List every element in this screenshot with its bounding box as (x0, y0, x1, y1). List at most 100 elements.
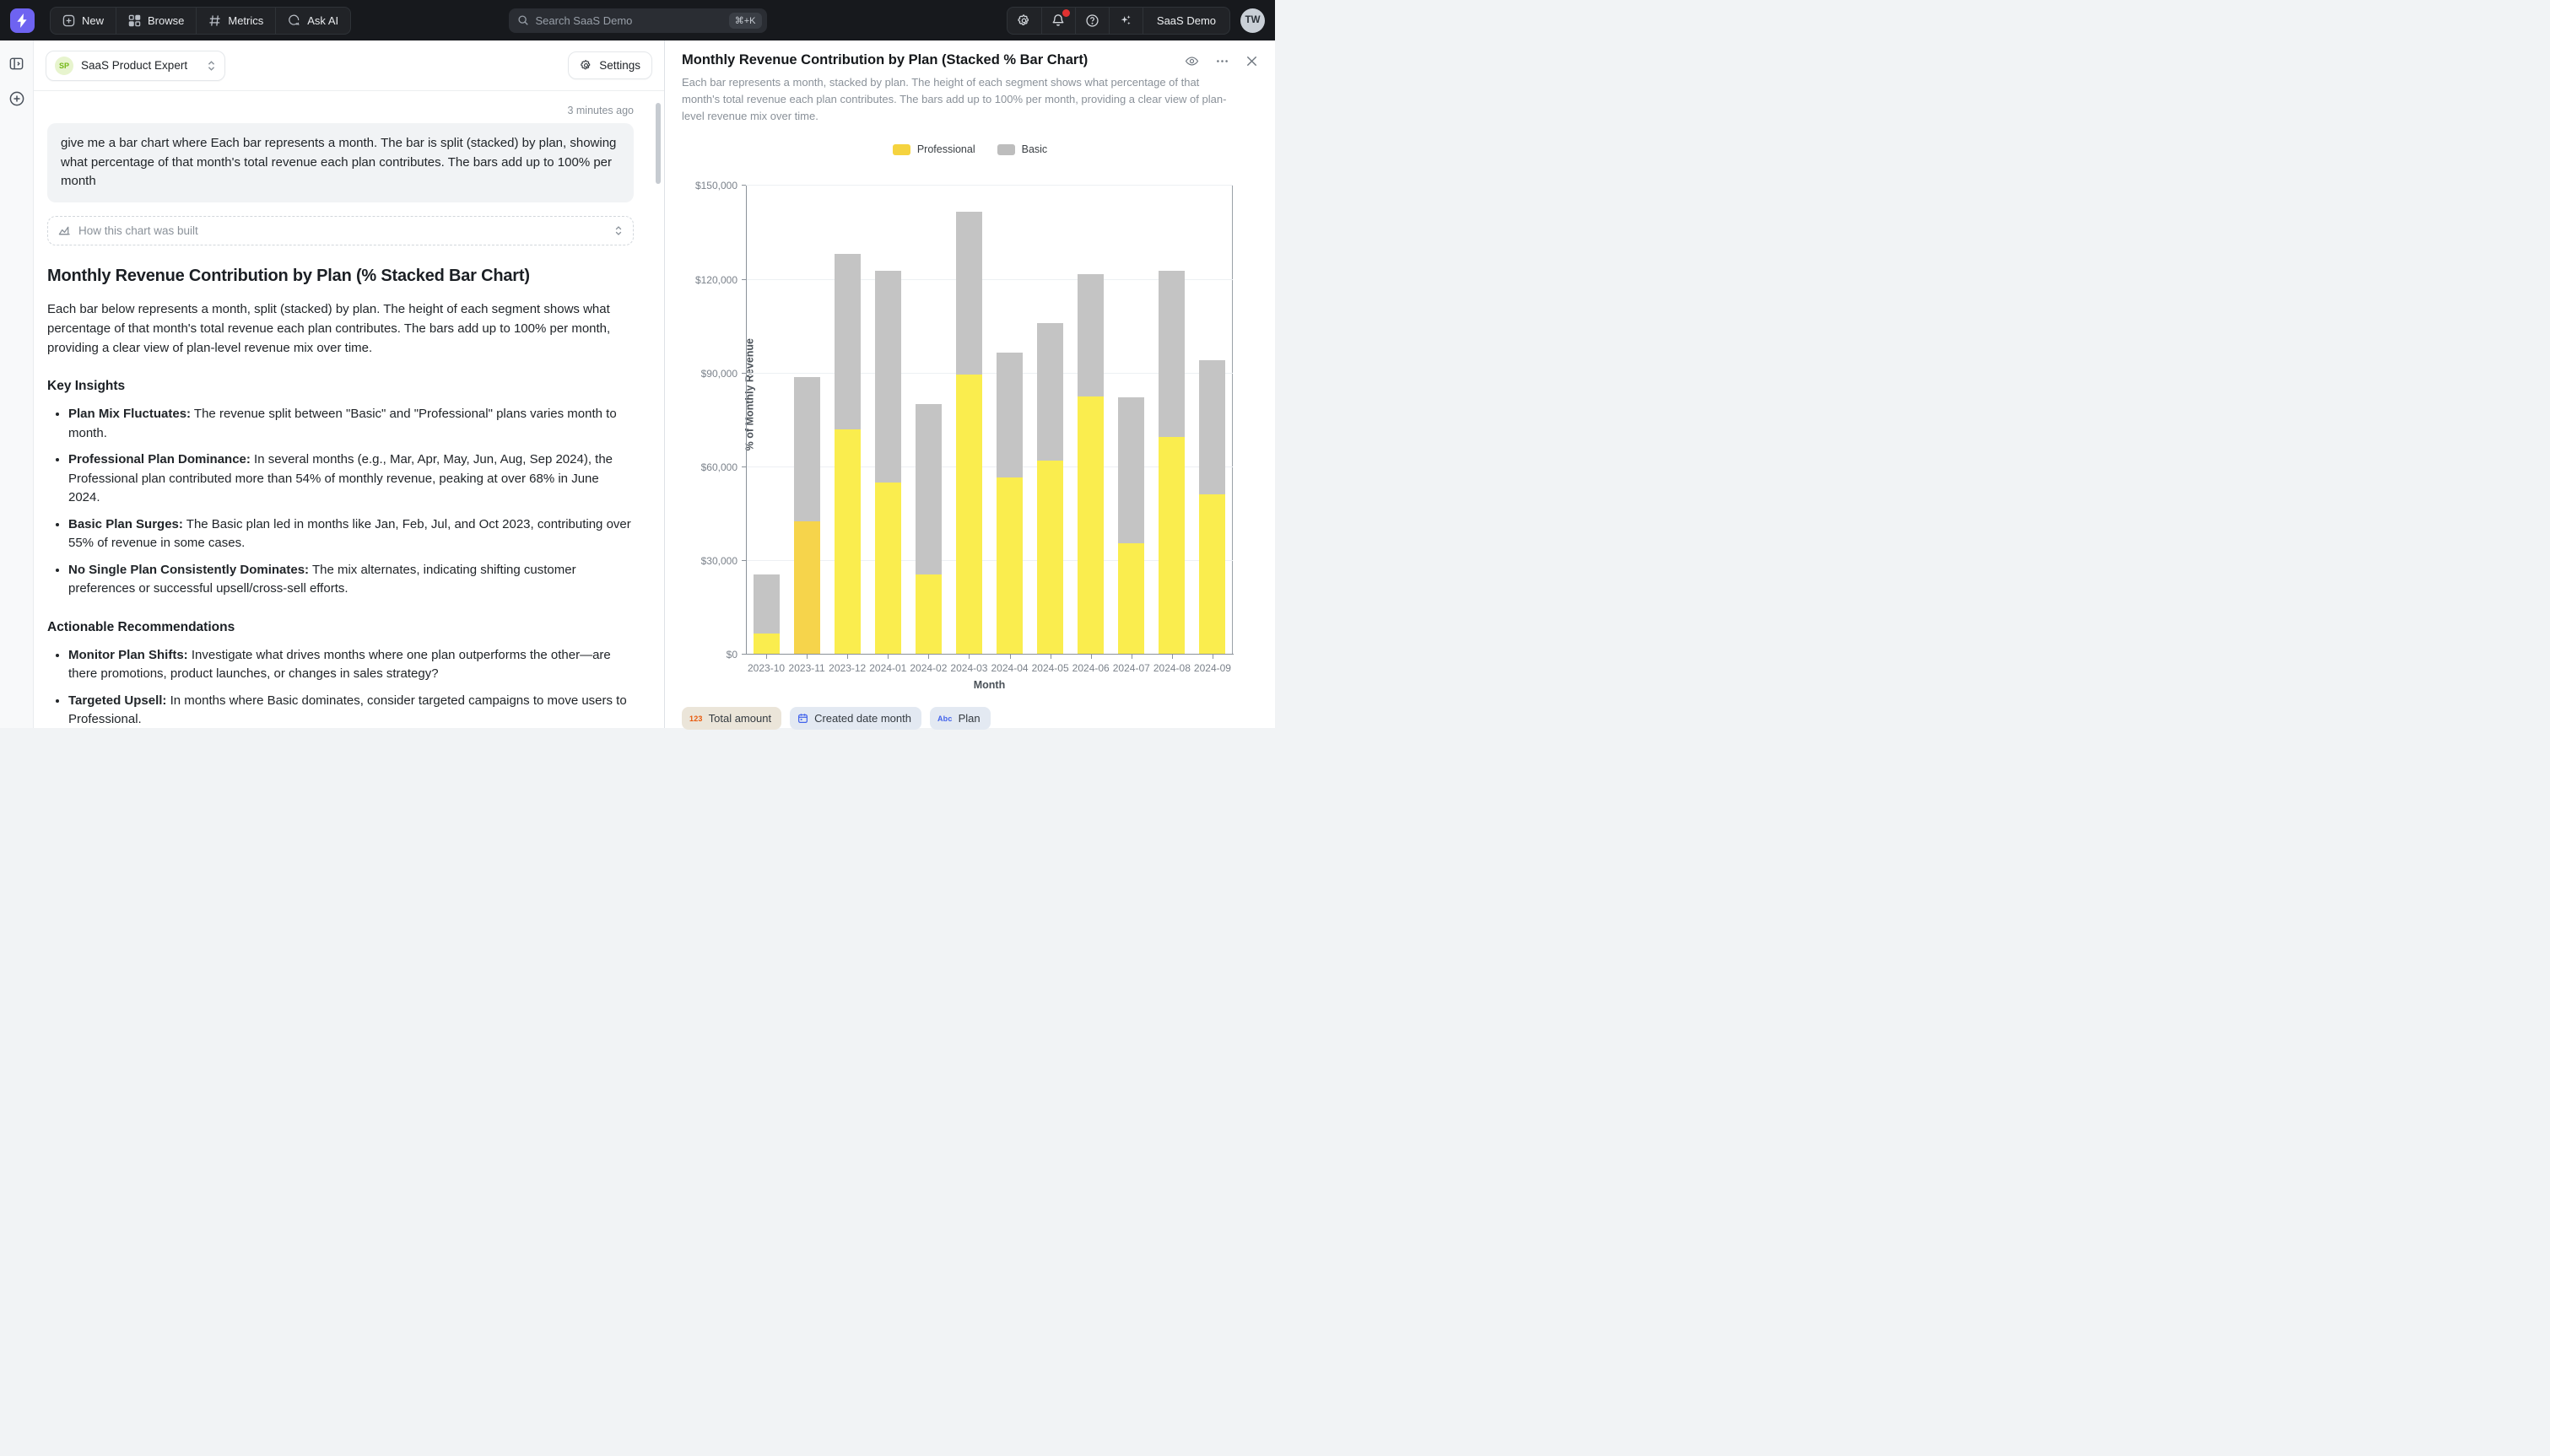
right-spine (1232, 186, 1233, 655)
topnav-icon-group: SaaS Demo (1007, 7, 1230, 35)
bar-segment-basic[interactable] (956, 212, 982, 375)
y-tick-label: $150,000 (695, 180, 737, 191)
bar-segment-professional[interactable] (794, 521, 820, 655)
legend-item-basic[interactable]: Basic (997, 143, 1048, 155)
chat-message-area[interactable]: 3 minutes ago give me a bar chart where … (34, 91, 664, 728)
bar-2024-07[interactable] (1118, 397, 1144, 654)
bar-segment-basic[interactable] (794, 377, 820, 521)
bar-2023-10[interactable] (754, 574, 780, 655)
bar-segment-basic[interactable] (997, 353, 1023, 477)
bar-segment-basic[interactable] (1159, 271, 1185, 436)
x-tick-label: 2024-04 (991, 662, 1029, 674)
bar-segment-professional[interactable] (916, 574, 942, 655)
toggle-sidebar-button[interactable] (8, 56, 24, 72)
number-field-icon: 123 (689, 715, 703, 723)
bar-segment-professional[interactable] (835, 429, 861, 655)
bar-2024-03[interactable] (956, 212, 982, 654)
field-tag-label: Created date month (814, 712, 911, 725)
list-item: Basic Plan Surges: The Basic plan led in… (68, 515, 634, 553)
bar-segment-professional[interactable] (1118, 543, 1144, 655)
bar-segment-basic[interactable] (1118, 397, 1144, 542)
bar-2024-05[interactable] (1037, 323, 1063, 655)
x-axis-title: Month (746, 679, 1233, 691)
message-timestamp: 3 minutes ago (47, 105, 634, 116)
list-item: Plan Mix Fluctuates: The revenue split b… (68, 405, 634, 443)
field-tag-created-date-month[interactable]: Created date month (790, 707, 921, 730)
x-tick-label: 2024-09 (1194, 662, 1231, 674)
chart-line-icon (58, 224, 71, 237)
legend-swatch (893, 144, 910, 155)
x-tick-label: 2023-10 (748, 662, 785, 674)
search-icon (517, 14, 529, 26)
list-item: Monitor Plan Shifts: Investigate what dr… (68, 646, 634, 684)
nav-browse-button[interactable]: Browse (116, 8, 196, 34)
bar-segment-professional[interactable] (997, 477, 1023, 654)
y-tick-label: $30,000 (701, 555, 737, 567)
how-chart-built-toggle[interactable]: How this chart was built (47, 216, 634, 245)
bar-2024-02[interactable] (916, 404, 942, 655)
y-tick-label: $60,000 (701, 461, 737, 473)
bar-segment-basic[interactable] (754, 574, 780, 634)
bar-segment-basic[interactable] (875, 271, 901, 482)
y-tick-mark (742, 185, 746, 186)
notifications-button[interactable] (1041, 8, 1075, 34)
bar-segment-basic[interactable] (835, 254, 861, 429)
nav-new-button[interactable]: New (51, 8, 116, 34)
bar-segment-professional[interactable] (1159, 437, 1185, 655)
insights-list: Plan Mix Fluctuates: The revenue split b… (68, 405, 634, 599)
bar-segment-professional[interactable] (1199, 494, 1225, 654)
insights-heading: Key Insights (47, 379, 634, 394)
chat-scrollbar[interactable] (656, 103, 661, 184)
nav-metrics-button[interactable]: Metrics (196, 8, 275, 34)
app-logo[interactable] (10, 8, 35, 33)
agent-name: SaaS Product Expert (81, 59, 187, 72)
settings-gear-button[interactable] (1008, 8, 1041, 34)
new-thread-button[interactable] (8, 90, 25, 107)
more-options-icon[interactable] (1215, 54, 1229, 68)
bar-segment-basic[interactable] (1078, 274, 1104, 396)
legend-label: Professional (917, 143, 975, 155)
bar-2024-08[interactable] (1159, 271, 1185, 654)
x-tick-mark (1010, 655, 1011, 659)
bar-segment-basic[interactable] (916, 404, 942, 574)
sparkles-icon (1119, 13, 1132, 27)
bar-segment-professional[interactable] (754, 634, 780, 654)
hash-icon (208, 14, 221, 27)
ai-assistant-button[interactable] (1109, 8, 1143, 34)
user-avatar[interactable]: TW (1240, 8, 1265, 33)
response-title: Monthly Revenue Contribution by Plan (% … (47, 267, 634, 286)
agent-avatar: SP (55, 57, 73, 75)
bar-segment-basic[interactable] (1199, 360, 1225, 494)
workspace-menu[interactable]: SaaS Demo (1143, 8, 1229, 34)
bar-2024-04[interactable] (997, 353, 1023, 655)
x-axis-line (745, 654, 1234, 655)
bar-2024-01[interactable] (875, 271, 901, 654)
bar-segment-professional[interactable] (1078, 396, 1104, 655)
bar-segment-professional[interactable] (956, 375, 982, 655)
grid-icon (128, 14, 141, 27)
bar-2023-11[interactable] (794, 377, 820, 654)
bar-2024-06[interactable] (1078, 274, 1104, 654)
legend-label: Basic (1022, 143, 1048, 155)
chat-settings-button[interactable]: Settings (568, 51, 652, 79)
gear-icon (1017, 13, 1031, 28)
x-tick-mark (888, 655, 889, 659)
recommendations-list: Monitor Plan Shifts: Investigate what dr… (68, 646, 634, 728)
nav-ask-ai-button[interactable]: Ask AI (275, 8, 350, 34)
y-tick-mark (742, 373, 746, 374)
help-button[interactable] (1075, 8, 1109, 34)
agent-select[interactable]: SP SaaS Product Expert (46, 51, 225, 81)
bar-2023-12[interactable] (835, 254, 861, 654)
global-search-input[interactable]: Search SaaS Demo ⌘+K (509, 8, 767, 33)
x-tick-mark (847, 655, 848, 659)
field-tag-plan[interactable]: Abc Plan (930, 707, 991, 730)
chart-panel-title: Monthly Revenue Contribution by Plan (St… (682, 52, 1185, 68)
eye-icon[interactable] (1185, 54, 1199, 68)
field-tag-total-amount[interactable]: 123 Total amount (682, 707, 781, 730)
legend-item-professional[interactable]: Professional (893, 143, 975, 155)
bar-segment-basic[interactable] (1037, 323, 1063, 461)
bar-segment-professional[interactable] (1037, 461, 1063, 655)
close-icon[interactable] (1245, 55, 1258, 67)
bar-2024-09[interactable] (1199, 360, 1225, 654)
bar-segment-professional[interactable] (875, 483, 901, 655)
